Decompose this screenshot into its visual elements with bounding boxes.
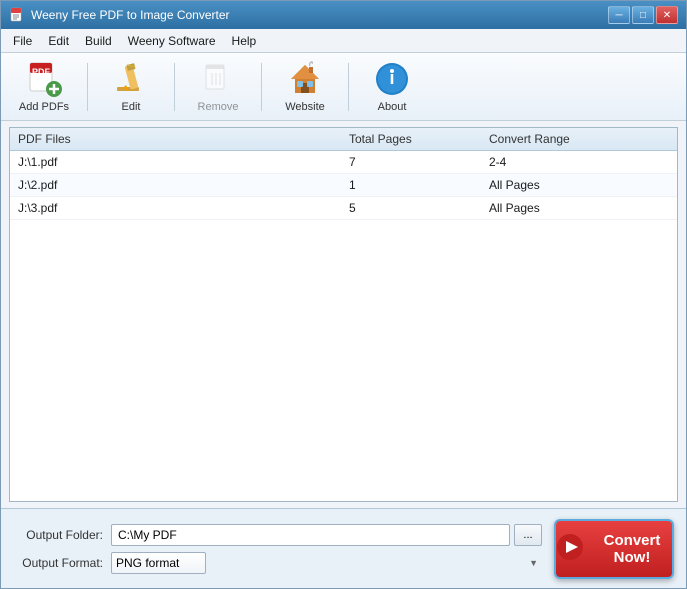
cell-file: J:\1.pdf <box>18 155 349 169</box>
main-window: Weeny Free PDF to Image Converter ─ □ ✕ … <box>0 0 687 589</box>
remove-button[interactable]: Remove <box>183 60 253 114</box>
bottom-fields: Output Folder: ... Output Format: PNG fo… <box>13 524 542 574</box>
convert-now-button[interactable]: Convert Now! <box>554 519 674 579</box>
header-file: PDF Files <box>18 132 349 146</box>
header-range: Convert Range <box>489 132 629 146</box>
add-pdf-icon: PDF <box>26 61 62 97</box>
close-button[interactable]: ✕ <box>656 6 678 24</box>
toolbar-sep-4 <box>348 63 349 111</box>
title-bar: Weeny Free PDF to Image Converter ─ □ ✕ <box>1 1 686 29</box>
file-list-body: J:\1.pdf 7 2-4 J:\2.pdf 1 All Pages J:\3… <box>10 151 677 220</box>
file-list[interactable]: PDF Files Total Pages Convert Range J:\1… <box>9 127 678 502</box>
window-title: Weeny Free PDF to Image Converter <box>31 8 608 22</box>
cell-pages: 1 <box>349 178 489 192</box>
website-label: Website <box>285 101 325 113</box>
browse-button[interactable]: ... <box>514 524 542 546</box>
output-folder-input[interactable] <box>111 524 510 546</box>
output-folder-label: Output Folder: <box>13 528 103 542</box>
toolbar-sep-1 <box>87 63 88 111</box>
output-format-select[interactable]: PNG formatJPEG formatBMP formatTIFF form… <box>111 552 206 574</box>
cell-file: J:\2.pdf <box>18 178 349 192</box>
table-row[interactable]: J:\3.pdf 5 All Pages <box>10 197 677 220</box>
cell-pages: 7 <box>349 155 489 169</box>
cell-file: J:\3.pdf <box>18 201 349 215</box>
add-pdf-button[interactable]: PDF Add PDFs <box>9 60 79 114</box>
file-list-header: PDF Files Total Pages Convert Range <box>10 128 677 151</box>
toolbar-sep-3 <box>261 63 262 111</box>
minimize-button[interactable]: ─ <box>608 6 630 24</box>
output-format-input-row: PNG formatJPEG formatBMP formatTIFF form… <box>111 552 542 574</box>
convert-label: Convert Now! <box>592 532 672 566</box>
cell-extra <box>629 155 669 169</box>
website-icon <box>287 61 323 97</box>
toolbar-sep-2 <box>174 63 175 111</box>
cell-extra <box>629 178 669 192</box>
window-icon <box>9 7 25 23</box>
cell-range: All Pages <box>489 201 629 215</box>
table-row[interactable]: J:\1.pdf 7 2-4 <box>10 151 677 174</box>
output-format-wrapper: PNG formatJPEG formatBMP formatTIFF form… <box>111 552 542 574</box>
cell-extra <box>629 201 669 215</box>
table-row[interactable]: J:\2.pdf 1 All Pages <box>10 174 677 197</box>
about-icon: i <box>374 61 410 97</box>
header-pages: Total Pages <box>349 132 489 146</box>
menu-item-edit[interactable]: Edit <box>40 32 77 50</box>
convert-icon <box>556 533 584 565</box>
website-button[interactable]: Website <box>270 60 340 114</box>
about-label: About <box>378 101 407 113</box>
cell-range: 2-4 <box>489 155 629 169</box>
edit-button[interactable]: Edit <box>96 60 166 114</box>
edit-label: Edit <box>122 101 141 113</box>
maximize-button[interactable]: □ <box>632 6 654 24</box>
output-folder-input-row: ... <box>111 524 542 546</box>
about-button[interactable]: i About <box>357 60 427 114</box>
output-folder-row: Output Folder: ... <box>13 524 542 546</box>
remove-icon <box>200 61 236 97</box>
menu-item-weeny-software[interactable]: Weeny Software <box>120 32 224 50</box>
cell-pages: 5 <box>349 201 489 215</box>
add-pdf-label: Add PDFs <box>19 101 69 113</box>
menu-item-file[interactable]: File <box>5 32 40 50</box>
select-arrow-icon: ▼ <box>529 558 538 568</box>
toolbar: PDF Add PDFs Edit <box>1 53 686 121</box>
output-format-label: Output Format: <box>13 556 103 570</box>
menu-item-help[interactable]: Help <box>224 32 265 50</box>
window-controls: ─ □ ✕ <box>608 6 678 24</box>
cell-range: All Pages <box>489 178 629 192</box>
menu-bar: FileEditBuildWeeny SoftwareHelp <box>1 29 686 53</box>
menu-item-build[interactable]: Build <box>77 32 120 50</box>
output-format-row: Output Format: PNG formatJPEG formatBMP … <box>13 552 542 574</box>
header-extra <box>629 132 669 146</box>
svg-text:PDF: PDF <box>32 67 51 77</box>
bottom-bar: Output Folder: ... Output Format: PNG fo… <box>1 508 686 588</box>
edit-icon <box>113 61 149 97</box>
remove-label: Remove <box>198 101 239 113</box>
